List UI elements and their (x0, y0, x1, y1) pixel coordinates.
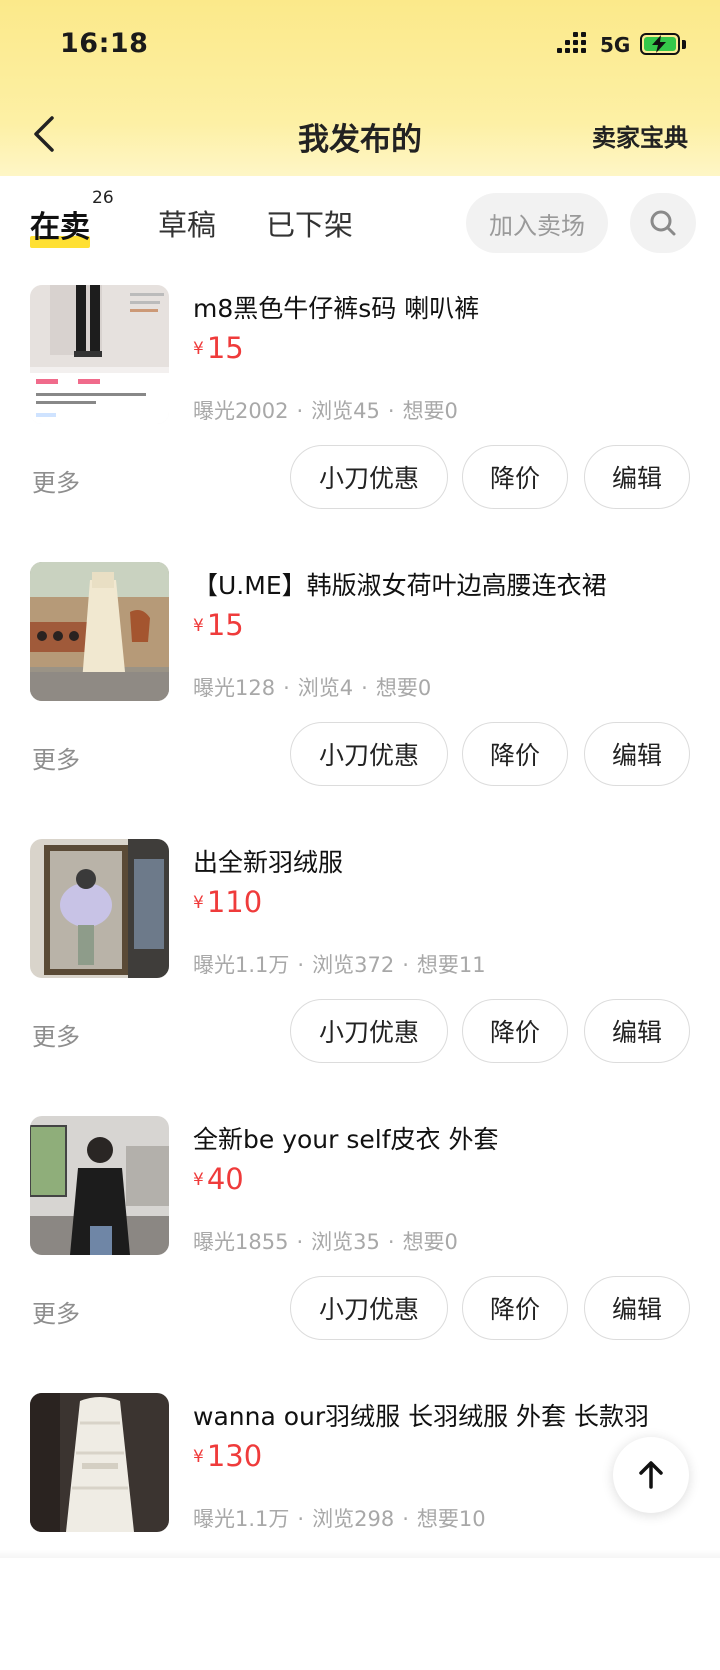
reduce-price-button[interactable]: 降价 (462, 999, 568, 1063)
view-count: 浏览35 (311, 1230, 380, 1254)
currency-symbol: ¥ (193, 1447, 204, 1467)
search-icon (650, 210, 676, 236)
small-discount-button[interactable]: 小刀优惠 (290, 722, 448, 786)
reduce-price-button[interactable]: 降价 (462, 445, 568, 509)
want-count: 想要11 (416, 953, 486, 977)
more-button[interactable]: 更多 (32, 740, 80, 775)
more-button[interactable]: 更多 (32, 463, 80, 498)
view-count: 浏览298 (312, 1507, 395, 1531)
seller-guide-link[interactable]: 卖家宝典 (592, 118, 688, 153)
tab-drafts[interactable]: 草稿 (158, 202, 216, 244)
listing-title[interactable]: m8黑色牛仔裤s码 喇叭裤 (193, 289, 693, 325)
reduce-price-button[interactable]: 降价 (462, 722, 568, 786)
price-value: 110 (206, 885, 263, 919)
exposure-count: 曝光2002 (193, 399, 289, 423)
small-discount-button[interactable]: 小刀优惠 (290, 445, 448, 509)
signal-icon (557, 32, 591, 58)
listing-stats: 曝光1.1万 · 浏览372 · 想要11 (193, 953, 486, 977)
price-value: 15 (206, 608, 244, 642)
product-thumbnail[interactable] (30, 562, 169, 701)
exposure-count: 曝光128 (193, 676, 276, 700)
listing-stats: 曝光1855 · 浏览35 · 想要0 (193, 1230, 458, 1254)
currency-symbol: ¥ (193, 1170, 204, 1190)
product-thumbnail[interactable] (30, 839, 169, 978)
navigation-bar: 我发布的 卖家宝典 (0, 100, 720, 170)
edit-button[interactable]: 编辑 (584, 999, 690, 1063)
battery-cap (682, 40, 686, 49)
listing-item[interactable]: 全新be your self皮衣 外套 ¥40 曝光1855 · 浏览35 · 想要0 … (0, 1116, 720, 1393)
listing-stats: 曝光1.1万 · 浏览298 · 想要10 (193, 1507, 486, 1531)
search-button[interactable] (630, 193, 696, 253)
want-count: 想要0 (402, 399, 458, 423)
want-count: 想要0 (402, 1230, 458, 1254)
price-value: 15 (206, 331, 244, 365)
reduce-price-button[interactable]: 降价 (462, 1276, 568, 1340)
listing-stats: 曝光128 · 浏览4 · 想要0 (193, 676, 432, 700)
listing-title[interactable]: 出全新羽绒服 (193, 843, 693, 879)
listing-title[interactable]: 【U.ME】韩版淑女荷叶边高腰连衣裙 (193, 566, 693, 602)
listing-item[interactable]: 【U.ME】韩版淑女荷叶边高腰连衣裙 ¥15 曝光128 · 浏览4 · 想要0 更多 … (0, 562, 720, 839)
tab-on-sale-count: 26 (92, 188, 114, 208)
more-button[interactable]: 更多 (32, 1294, 80, 1329)
tab-bar: 在卖 26 草稿 已下架 加入卖场 (0, 178, 720, 268)
want-count: 想要10 (416, 1507, 486, 1531)
network-label: 5G (600, 33, 631, 57)
product-thumbnail[interactable] (30, 285, 169, 424)
view-count: 浏览4 (297, 676, 354, 700)
bottom-fade (0, 1550, 720, 1558)
tab-on-sale-label: 在卖 (30, 210, 90, 245)
listing-item[interactable]: m8黑色牛仔裤s码 喇叭裤 ¥15 曝光2002 · 浏览45 · 想要0 更多 小刀优… (0, 285, 720, 562)
price-value: 130 (206, 1439, 263, 1473)
join-market-button[interactable]: 加入卖场 (466, 193, 608, 253)
status-bar: 16:18 5G (0, 0, 720, 92)
listing-title[interactable]: 全新be your self皮衣 外套 (193, 1120, 693, 1156)
battery-icon (640, 33, 680, 55)
currency-symbol: ¥ (193, 616, 204, 636)
price-value: 40 (206, 1162, 244, 1196)
arrow-up-icon (639, 1461, 663, 1489)
exposure-count: 曝光1.1万 (193, 953, 290, 977)
edit-button[interactable]: 编辑 (584, 1276, 690, 1340)
currency-symbol: ¥ (193, 893, 204, 913)
listing-item[interactable]: wanna our羽绒服 长羽绒服 外套 长款羽 ¥130 曝光1.1万 · 浏览2… (0, 1393, 720, 1670)
listing-price: ¥15 (193, 608, 244, 642)
listing-item[interactable]: 出全新羽绒服 ¥110 曝光1.1万 · 浏览372 · 想要11 更多 小刀优惠 降价… (0, 839, 720, 1116)
edit-button[interactable]: 编辑 (584, 722, 690, 786)
small-discount-button[interactable]: 小刀优惠 (290, 999, 448, 1063)
product-thumbnail[interactable] (30, 1116, 169, 1255)
more-button[interactable]: 更多 (32, 1017, 80, 1052)
exposure-count: 曝光1.1万 (193, 1507, 290, 1531)
listing-list: m8黑色牛仔裤s码 喇叭裤 ¥15 曝光2002 · 浏览45 · 想要0 更多 小刀优… (0, 285, 720, 1670)
view-count: 浏览45 (311, 399, 380, 423)
scroll-to-top-button[interactable] (613, 1437, 689, 1513)
edit-button[interactable]: 编辑 (584, 445, 690, 509)
product-thumbnail[interactable] (30, 1393, 169, 1532)
tab-off-shelf[interactable]: 已下架 (266, 202, 353, 244)
listing-price: ¥15 (193, 331, 244, 365)
status-time: 16:18 (60, 28, 149, 59)
currency-symbol: ¥ (193, 339, 204, 359)
want-count: 想要0 (375, 676, 432, 700)
listing-price: ¥40 (193, 1162, 244, 1196)
small-discount-button[interactable]: 小刀优惠 (290, 1276, 448, 1340)
listing-stats: 曝光2002 · 浏览45 · 想要0 (193, 399, 458, 423)
exposure-count: 曝光1855 (193, 1230, 289, 1254)
view-count: 浏览372 (312, 953, 395, 977)
listing-title[interactable]: wanna our羽绒服 长羽绒服 外套 长款羽 (193, 1397, 693, 1433)
listing-price: ¥110 (193, 885, 262, 919)
listing-price: ¥130 (193, 1439, 262, 1473)
tab-on-sale[interactable]: 在卖 26 (30, 188, 114, 248)
